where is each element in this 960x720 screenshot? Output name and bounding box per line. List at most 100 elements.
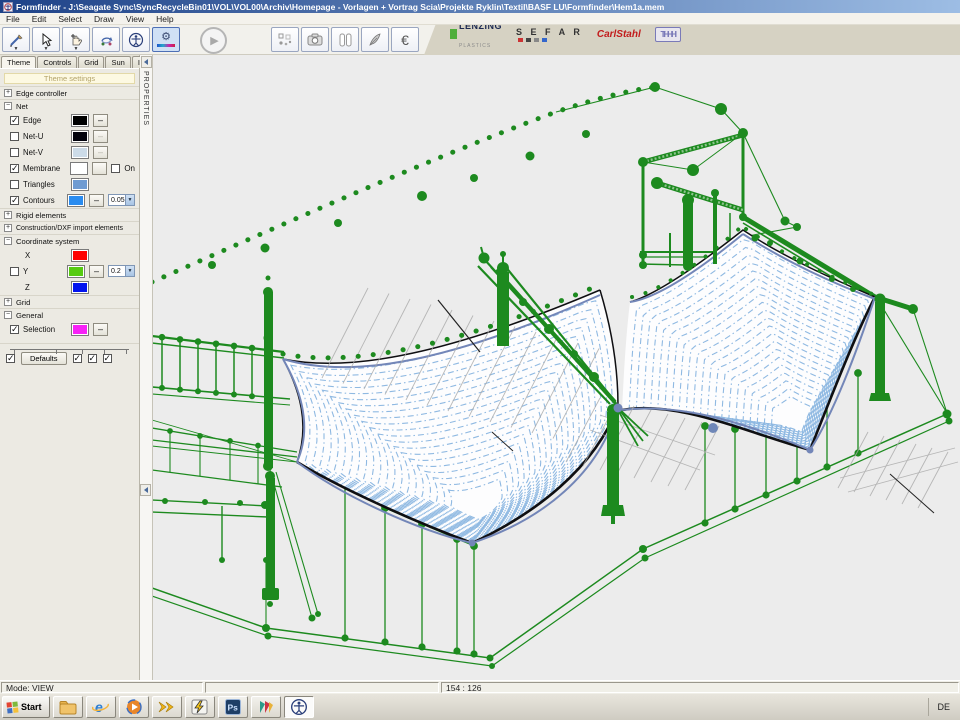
membrane-rolls-button[interactable]	[331, 27, 359, 52]
theme-settings-button[interactable]: ⚙	[152, 27, 180, 52]
status-mode: Mode: VIEW	[1, 682, 203, 693]
z-color-swatch[interactable]	[71, 281, 89, 294]
membrane-checkbox[interactable]	[10, 164, 19, 173]
play-button[interactable]: ▶	[200, 27, 227, 54]
net-u-checkbox[interactable]	[10, 132, 19, 141]
winamp-icon	[191, 699, 208, 715]
triangles-checkbox[interactable]	[10, 180, 19, 189]
explorer-folder-button[interactable]	[53, 696, 83, 718]
points-view-button[interactable]	[271, 27, 299, 52]
menu-draw[interactable]: Draw	[88, 14, 120, 24]
y-checkbox[interactable]	[10, 267, 19, 276]
brush-button[interactable]	[361, 27, 389, 52]
language-indicator[interactable]: DE	[928, 698, 958, 716]
menu-file[interactable]: File	[0, 14, 26, 24]
formfinder-man-button[interactable]	[122, 27, 150, 52]
net-v-linewidth-button[interactable]: –	[93, 146, 108, 159]
axis-scale-select[interactable]: 0.2 ▼	[108, 265, 135, 277]
section-rigid-elements[interactable]: + Rigid elements	[0, 208, 139, 221]
winamp-button[interactable]	[185, 696, 215, 718]
section-net[interactable]: − Net	[0, 99, 139, 112]
membrane-color-swatch[interactable]	[70, 162, 88, 175]
section-grid[interactable]: + Grid	[0, 295, 139, 308]
edge-color-swatch[interactable]	[71, 114, 89, 127]
net-u-color-swatch[interactable]	[71, 130, 89, 143]
edge-linewidth-button[interactable]: –	[93, 114, 108, 127]
net-u-label: Net-U	[23, 132, 67, 141]
select-tool-button[interactable]: ▼	[32, 27, 60, 52]
edge-checkbox[interactable]	[10, 116, 19, 125]
app-icon	[3, 2, 13, 12]
defaults-checkbox-1[interactable]	[6, 354, 15, 363]
tab-theme[interactable]: Theme	[1, 56, 36, 68]
section-edge-controller[interactable]: + Edge controller	[0, 86, 139, 99]
contours-checkbox[interactable]	[10, 196, 19, 205]
menu-help[interactable]: Help	[150, 14, 179, 24]
selection-checkbox[interactable]	[10, 325, 19, 334]
menu-edit[interactable]: Edit	[26, 14, 53, 24]
start-button[interactable]: Start	[2, 696, 50, 718]
pan-tool-button[interactable]: ▼	[62, 27, 90, 52]
collapse-icon[interactable]: −	[4, 237, 12, 245]
expand-icon[interactable]: +	[4, 298, 12, 306]
collapse-icon[interactable]: −	[4, 102, 12, 110]
orbit-tool-button[interactable]	[92, 27, 120, 52]
internet-explorer-button[interactable]: e	[86, 696, 116, 718]
title-bar[interactable]: Formfinder - J:\Seagate Sync\SyncRecycle…	[0, 0, 960, 13]
selection-node[interactable]	[708, 423, 718, 433]
defaults-checkbox-2[interactable]	[73, 354, 82, 363]
net-v-checkbox[interactable]	[10, 148, 19, 157]
contours-spacing-select[interactable]: 0.05 ▼	[108, 194, 135, 206]
formfinder-icon	[290, 698, 308, 716]
expand-icon[interactable]: +	[4, 211, 12, 219]
tab-grid[interactable]: Grid	[78, 56, 104, 68]
theme-gradient-icon	[157, 44, 175, 47]
properties-collapse-strip[interactable]: PROPERTIES	[140, 55, 153, 680]
y-linewidth-button[interactable]: –	[89, 265, 104, 278]
camera-icon	[307, 33, 323, 46]
menu-view[interactable]: View	[120, 14, 150, 24]
media-player-button[interactable]	[119, 696, 149, 718]
sync-app-button[interactable]	[152, 696, 182, 718]
hand-icon	[69, 33, 83, 47]
viewport-3d[interactable]	[153, 55, 960, 680]
connector-line	[10, 349, 129, 350]
net-v-color-swatch[interactable]	[71, 146, 89, 159]
section-general[interactable]: − General	[0, 308, 139, 321]
formfinder-taskbar-button[interactable]	[284, 696, 314, 718]
dropdown-caret-icon[interactable]: ▼	[44, 47, 49, 51]
collapse-arrow-icon[interactable]	[141, 56, 152, 68]
tab-controls[interactable]: Controls	[37, 56, 77, 68]
x-color-swatch[interactable]	[71, 249, 89, 262]
section-coordinate-system[interactable]: − Coordinate system	[0, 234, 139, 247]
cost-button[interactable]: €	[391, 27, 419, 52]
defaults-button[interactable]: Defaults	[21, 352, 67, 365]
status-coordinates: 154 : 126	[441, 682, 959, 693]
y-color-swatch[interactable]	[67, 265, 85, 278]
section-construction[interactable]: + Construction/DXF import elements	[0, 221, 139, 234]
contours-linewidth-button[interactable]: –	[89, 194, 104, 207]
play-icon: ▶	[210, 34, 218, 47]
selection-linewidth-button[interactable]: –	[93, 323, 108, 336]
photoshop-button[interactable]: Ps	[218, 696, 248, 718]
expand-icon[interactable]: +	[4, 89, 12, 97]
collapse-arrow-icon[interactable]	[140, 484, 151, 496]
menu-select[interactable]: Select	[52, 14, 88, 24]
net-u-linewidth-button[interactable]: –	[93, 130, 108, 143]
tab-sun[interactable]: Sun	[105, 56, 130, 68]
camera-button[interactable]	[301, 27, 329, 52]
defaults-row: Defaults	[0, 343, 139, 365]
expand-icon[interactable]: +	[4, 224, 12, 232]
selection-color-swatch[interactable]	[71, 323, 89, 336]
draw-tool-button[interactable]: ▼	[2, 27, 30, 52]
membrane-on-checkbox[interactable]	[111, 164, 120, 173]
contours-color-swatch[interactable]	[67, 194, 85, 207]
defaults-checkbox-4[interactable]	[103, 354, 112, 363]
dropdown-caret-icon[interactable]: ▼	[74, 47, 79, 51]
triangles-color-swatch[interactable]	[71, 178, 89, 191]
membrane-style-button[interactable]	[92, 162, 107, 175]
dropdown-caret-icon[interactable]: ▼	[14, 47, 19, 51]
shapes-app-button[interactable]	[251, 696, 281, 718]
defaults-checkbox-3[interactable]	[88, 354, 97, 363]
collapse-icon[interactable]: −	[4, 311, 12, 319]
